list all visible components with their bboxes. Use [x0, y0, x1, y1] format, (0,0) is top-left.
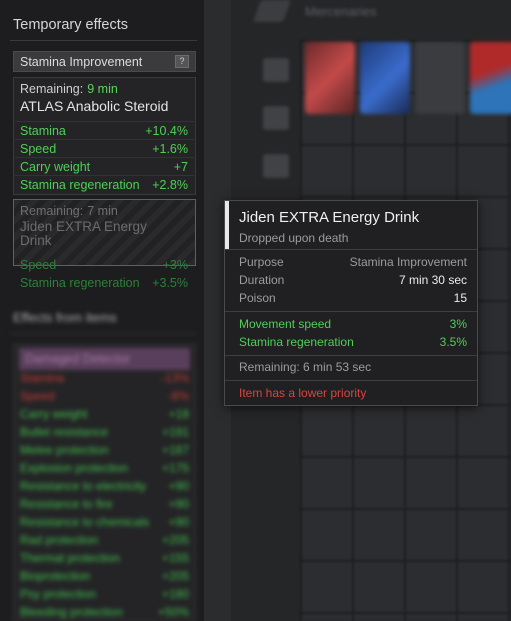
tooltip-info-row: Duration 7 min 30 sec [239, 273, 467, 287]
stat-row: Carry weight +7 [15, 157, 194, 175]
tooltip-accent [225, 201, 229, 249]
effect-name: Jiden EXTRA Energy Drink [20, 219, 147, 248]
tooltip-info-row: Poison 15 [239, 291, 467, 305]
side-slot[interactable] [263, 106, 289, 130]
help-button[interactable]: ? [175, 55, 189, 68]
temporary-effects-panel: Temporary effects Stamina Improvement ? … [0, 0, 205, 621]
remaining-time: Remaining: 9 min [20, 82, 118, 96]
stat-row: Speed +3% [20, 258, 188, 272]
active-effect-card[interactable]: Remaining: 9 min ATLAS Anabolic Steroid S… [13, 77, 196, 195]
stat-row: Stamina regeneration +2.8% [15, 175, 194, 193]
item-stat-row: Melee protection +187 [20, 443, 189, 457]
item-stat-row: Resistance to fire +90 [20, 497, 189, 511]
item-slot[interactable] [415, 42, 465, 114]
category-header: Stamina Improvement ? [13, 51, 196, 72]
tooltip-effect-row: Movement speed 3% [239, 317, 467, 331]
item-stat-row: Explosion protection +175 [20, 461, 189, 475]
item-stat-row: Rad protection +205 [20, 533, 189, 547]
divider [10, 40, 197, 41]
item-stat-row: Bioprotection +205 [20, 569, 189, 583]
item-energy-drink[interactable] [470, 42, 511, 114]
item-pills[interactable] [305, 42, 355, 114]
tab-mercenaries[interactable]: Mercenaries [305, 4, 445, 26]
side-slot[interactable] [263, 154, 289, 178]
divider [225, 355, 477, 356]
item-stat-row: Stamina -13% [20, 371, 189, 385]
items-section-title: Effects from items [13, 310, 117, 325]
divider [225, 311, 477, 312]
panel-title: Temporary effects [13, 17, 128, 33]
effect-name: ATLAS Anabolic Steroid [20, 98, 169, 114]
lower-priority-effect-card[interactable]: Remaining: 7 min Jiden EXTRA Energy Drink… [13, 199, 196, 290]
item-header: Damaged Detector [19, 348, 190, 370]
stat-row: Stamina regeneration +3.5% [20, 276, 188, 290]
item-blue-can[interactable] [360, 42, 410, 114]
stat-row: Speed +1.6% [15, 139, 194, 157]
divider [10, 333, 197, 334]
divider [225, 249, 477, 250]
item-stat-row: Bleeding protection +50% [20, 605, 189, 619]
item-stat-row: Carry weight +18 [20, 407, 189, 421]
item-stat-row: Speed -8% [20, 389, 189, 403]
item-stat-row: Psy protection +180 [20, 587, 189, 601]
item-stat-row: Resistance to electricity +90 [20, 479, 189, 493]
stat-row: Stamina +10.4% [15, 121, 194, 139]
category-label: Stamina Improvement [20, 55, 143, 69]
side-slot[interactable] [263, 58, 289, 82]
remaining-value: 7 min [87, 204, 118, 218]
tooltip-warning: Item has a lower priority [239, 386, 367, 400]
items-effects-box: Damaged Detector Stamina -13% Speed -8% Carr… [13, 344, 196, 621]
item-stat-row: Resistance to chemicals +90 [20, 515, 189, 529]
item-stat-row: Thermal protection +155 [20, 551, 189, 565]
item-tooltip: Jiden EXTRA Energy Drink Dropped upon de… [224, 200, 478, 406]
tooltip-remaining: Remaining: 6 min 53 sec [239, 360, 372, 374]
tab-icon [252, 0, 292, 22]
tooltip-item-name: Jiden EXTRA Energy Drink [239, 209, 420, 226]
remaining-value: 9 min [87, 82, 118, 96]
tooltip-effect-row: Stamina regeneration 3.5% [239, 335, 467, 349]
remaining-time: Remaining: 7 min [20, 204, 118, 218]
item-stat-row: Bullet resistance +191 [20, 425, 189, 439]
tooltip-subtitle: Dropped upon death [239, 231, 349, 245]
divider [225, 380, 477, 381]
tooltip-info-row: Purpose Stamina Improvement [239, 255, 467, 269]
